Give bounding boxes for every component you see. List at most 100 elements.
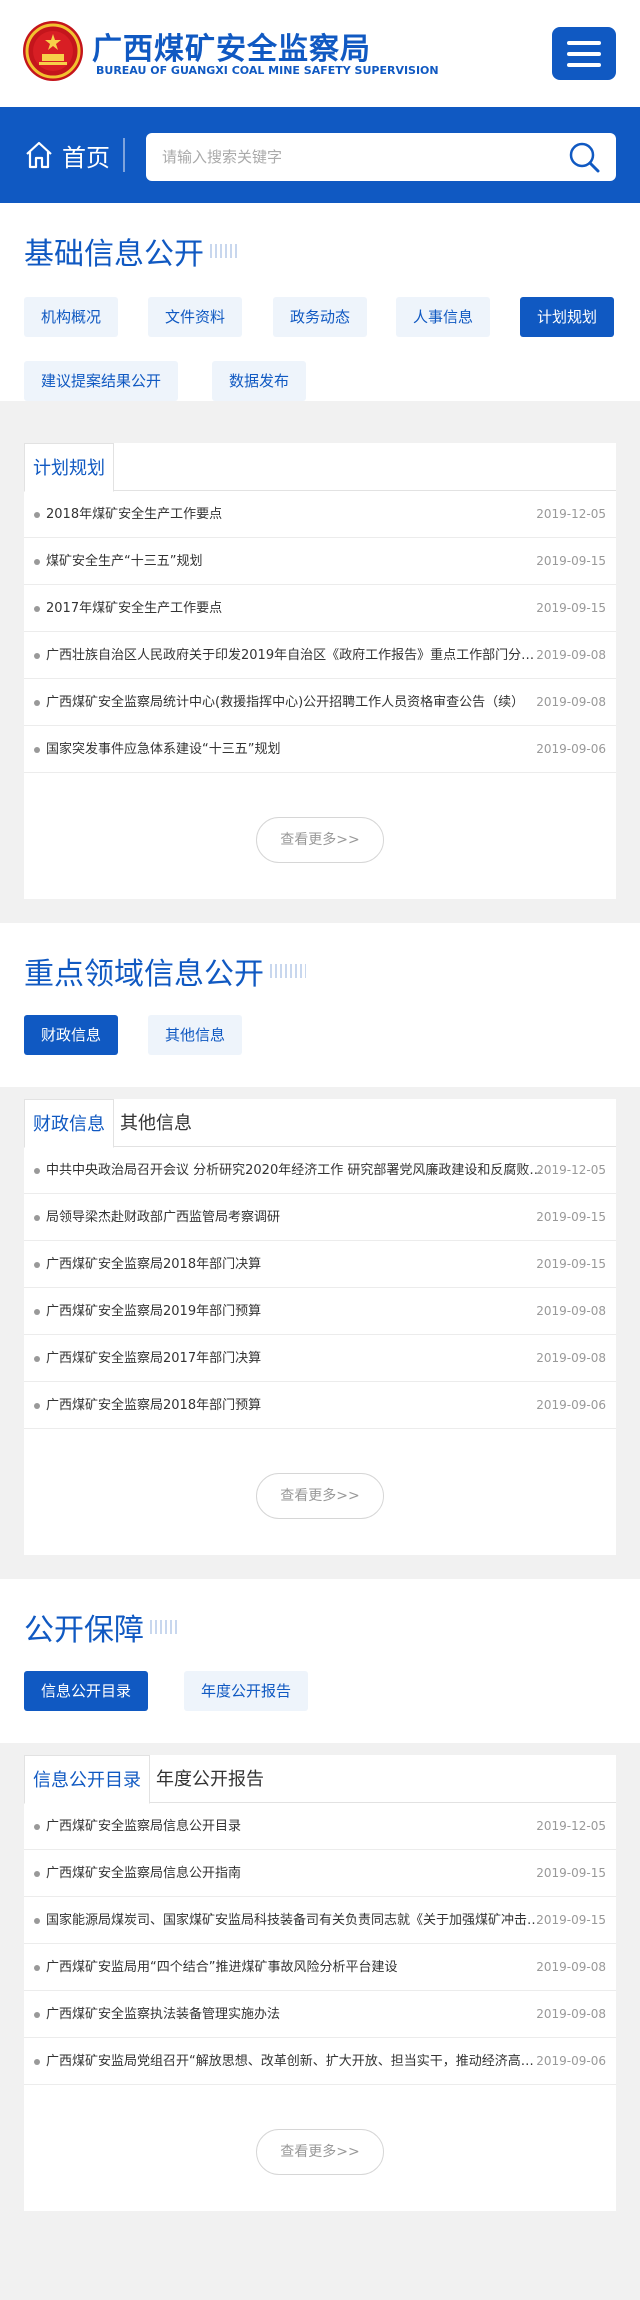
tab-bar: 信息公开目录 年度公开报告 [24,1755,616,1804]
item-title[interactable]: 广西煤矿安监局党组召开“解放思想、改革创新、扩大开放、担当实干，推动经济高质量发… [46,2038,546,2085]
hamburger-menu-icon[interactable] [552,27,616,80]
list-item[interactable]: 国家突发事件应急体系建设“十三五”规划 2019-09-06 [24,726,616,773]
chip-annual-report[interactable]: 年度公开报告 [184,1671,309,1711]
item-title[interactable]: 2018年煤矿安全生产工作要点 [46,491,546,538]
tab-annual-report[interactable]: 年度公开报告 [148,1755,272,1803]
tab-disclosure-catalog[interactable]: 信息公开目录 [24,1755,150,1804]
item-title[interactable]: 局领导梁杰赴财政部广西监管局考察调研 [46,1194,546,1241]
item-date: 2019-09-15 [536,1866,606,1880]
bullet-icon [34,1356,40,1362]
chip-finance[interactable]: 财政信息 [24,1015,119,1055]
tab-bar: 计划规划 [24,443,616,492]
bullet-icon [34,1918,40,1924]
list-item[interactable]: 广西煤矿安全监察局2018年部门预算 2019-09-06 [24,1382,616,1429]
title-decoration [150,1620,180,1634]
item-title[interactable]: 广西煤矿安全监察局信息公开指南 [46,1850,546,1897]
list-item[interactable]: 广西煤矿安全监察局统计中心(救援指挥中心)公开招聘工作人员资格审查公告（续） 20… [24,679,616,726]
item-title[interactable]: 国家能源局煤炭司、国家煤矿安监局科技装备司有关负责同志就《关于加强煤矿冲击地压防… [46,1897,546,1944]
menu-line [567,52,601,56]
site-subtitle: BUREAU OF GUANGXI COAL MINE SAFETY SUPER… [96,64,439,77]
menu-line [567,63,601,67]
item-date: 2019-12-05 [536,507,606,521]
item-date: 2019-09-08 [536,648,606,662]
item-title[interactable]: 2017年煤矿安全生产工作要点 [46,585,546,632]
chip-documents[interactable]: 文件资料 [148,297,243,337]
item-title[interactable]: 中共中央政治局召开会议 分析研究2020年经济工作 研究部署党风廉政建设和反腐败… [46,1147,546,1194]
panel-disclosure-list: 信息公开目录 年度公开报告 广西煤矿安全监察局信息公开目录 2019-12-05 … [24,1755,616,2211]
view-more-button[interactable]: 查看更多>> [256,1473,384,1519]
section-key-areas: 重点领域信息公开 财政信息 其他信息 [0,923,640,1087]
search-input[interactable] [162,133,542,181]
search-icon[interactable] [568,141,600,173]
item-title[interactable]: 广西煤矿安全监察局2018年部门决算 [46,1241,546,1288]
panel-finance-list: 财政信息 其他信息 中共中央政治局召开会议 分析研究2020年经济工作 研究部署… [24,1099,616,1555]
item-title[interactable]: 广西煤矿安监局用“四个结合”推进煤矿事故风险分析平台建设 [46,1944,546,1991]
list-item[interactable]: 广西煤矿安全监察局2017年部门决算 2019-09-08 [24,1335,616,1382]
tab-planning[interactable]: 计划规划 [24,443,114,492]
item-date: 2019-09-15 [536,1913,606,1927]
item-date: 2019-12-05 [536,1163,606,1177]
item-date: 2019-09-08 [536,1304,606,1318]
section-basic-info: 基础信息公开 机构概况 文件资料 政务动态 人事信息 计划规划 建议提案结果公开… [0,203,640,401]
news-list: 广西煤矿安全监察局信息公开目录 2019-12-05 广西煤矿安全监察局信息公开指… [24,1803,616,2085]
chip-planning[interactable]: 计划规划 [520,297,615,337]
item-date: 2019-09-15 [536,554,606,568]
section-title: 重点领域信息公开 [24,949,306,993]
tab-other[interactable]: 其他信息 [112,1099,200,1147]
list-item[interactable]: 中共中央政治局召开会议 分析研究2020年经济工作 研究部署党风廉政建设和反腐败… [24,1147,616,1194]
item-title[interactable]: 广西煤矿安全监察局2018年部门预算 [46,1382,546,1429]
home-link[interactable]: 首页 [24,137,110,173]
panel-planning-list: 计划规划 2018年煤矿安全生产工作要点 2019-12-05 煤矿安全生产“十三… [24,443,616,899]
site-header: 广西煤矿安全监察局 BUREAU OF GUANGXI COAL MINE SA… [0,0,640,107]
national-emblem-logo [23,21,83,81]
section-title-text: 公开保障 [24,1613,144,1648]
bullet-icon [34,1262,40,1268]
item-title[interactable]: 广西煤矿安全监察局统计中心(救援指挥中心)公开招聘工作人员资格审查公告（续） [46,679,546,726]
chip-org-overview[interactable]: 机构概况 [24,297,119,337]
chip-disclosure-catalog[interactable]: 信息公开目录 [24,1671,149,1711]
chip-gov-news[interactable]: 政务动态 [273,297,368,337]
list-item[interactable]: 广西煤矿安全监察局信息公开指南 2019-09-15 [24,1850,616,1897]
item-date: 2019-09-06 [536,2054,606,2068]
list-item[interactable]: 广西煤矿安监局用“四个结合”推进煤矿事故风险分析平台建设 2019-09-08 [24,1944,616,1991]
item-title[interactable]: 广西煤矿安全监察局信息公开目录 [46,1803,546,1850]
bullet-icon [34,1403,40,1409]
bullet-icon [34,606,40,612]
item-title[interactable]: 广西壮族自治区人民政府关于印发2019年自治区《政府工作报告》重点工作部门分工的… [46,632,546,679]
bullet-icon [34,1168,40,1174]
view-more-button[interactable]: 查看更多>> [256,2129,384,2175]
list-item[interactable]: 广西煤矿安监局党组召开“解放思想、改革创新、扩大开放、担当实干，推动经济高质量发… [24,2038,616,2085]
chip-data-release[interactable]: 数据发布 [212,361,307,401]
bullet-icon [34,1965,40,1971]
item-date: 2019-09-06 [536,742,606,756]
menu-line [567,41,601,45]
bullet-icon [34,2012,40,2018]
divider [123,138,125,172]
tab-finance[interactable]: 财政信息 [24,1099,114,1148]
item-date: 2019-09-15 [536,1210,606,1224]
list-item[interactable]: 2018年煤矿安全生产工作要点 2019-12-05 [24,491,616,538]
list-item[interactable]: 广西煤矿安全监察执法装备管理实施办法 2019-09-08 [24,1991,616,2038]
home-label: 首页 [62,143,110,172]
item-date: 2019-09-08 [536,2007,606,2021]
list-item[interactable]: 局领导梁杰赴财政部广西监管局考察调研 2019-09-15 [24,1194,616,1241]
item-title[interactable]: 广西煤矿安全监察局2017年部门决算 [46,1335,546,1382]
item-title[interactable]: 煤矿安全生产“十三五”规划 [46,538,546,585]
section-title-text: 重点领域信息公开 [24,957,264,992]
item-title[interactable]: 广西煤矿安全监察执法装备管理实施办法 [46,1991,546,2038]
item-title[interactable]: 广西煤矿安全监察局2019年部门预算 [46,1288,546,1335]
item-date: 2019-09-08 [536,1960,606,1974]
list-item[interactable]: 国家能源局煤炭司、国家煤矿安监局科技装备司有关负责同志就《关于加强煤矿冲击地压防… [24,1897,616,1944]
list-item[interactable]: 广西壮族自治区人民政府关于印发2019年自治区《政府工作报告》重点工作部门分工的… [24,632,616,679]
list-item[interactable]: 2017年煤矿安全生产工作要点 2019-09-15 [24,585,616,632]
chip-proposal-results[interactable]: 建议提案结果公开 [24,361,179,401]
list-item[interactable]: 广西煤矿安全监察局信息公开目录 2019-12-05 [24,1803,616,1850]
list-item[interactable]: 广西煤矿安全监察局2019年部门预算 2019-09-08 [24,1288,616,1335]
search-box [146,133,616,181]
chip-other-info[interactable]: 其他信息 [148,1015,243,1055]
item-title[interactable]: 国家突发事件应急体系建设“十三五”规划 [46,726,546,773]
list-item[interactable]: 广西煤矿安全监察局2018年部门决算 2019-09-15 [24,1241,616,1288]
chip-personnel[interactable]: 人事信息 [396,297,491,337]
view-more-button[interactable]: 查看更多>> [256,817,384,863]
list-item[interactable]: 煤矿安全生产“十三五”规划 2019-09-15 [24,538,616,585]
